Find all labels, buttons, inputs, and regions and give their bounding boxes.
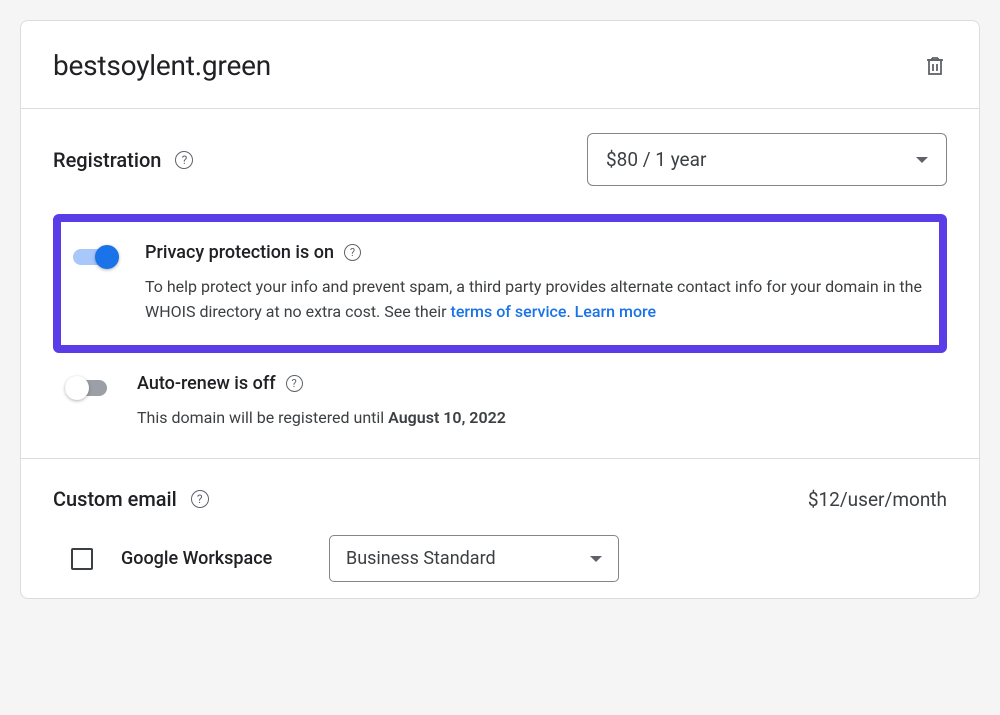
- autorenew-desc-prefix: This domain will be registered until: [137, 408, 388, 427]
- help-icon[interactable]: ?: [191, 490, 209, 508]
- registration-section: Registration ? $80 / 1 year Privacy prot…: [21, 109, 979, 459]
- custom-email-title: Custom email: [53, 487, 177, 511]
- custom-email-price: $12/user/month: [808, 488, 947, 511]
- terms-of-service-link[interactable]: terms of service: [451, 302, 567, 321]
- privacy-toggle[interactable]: [73, 244, 121, 268]
- registration-title: Registration: [53, 148, 161, 172]
- autorenew-date: August 10, 2022: [388, 408, 506, 427]
- autorenew-title: Auto-renew is off: [137, 373, 276, 394]
- privacy-highlight-box: Privacy protection is on ? To help prote…: [53, 214, 947, 353]
- chevron-down-icon: [916, 157, 928, 163]
- custom-email-header: Custom email ? $12/user/month: [53, 487, 947, 511]
- privacy-description: To help protect your info and prevent sp…: [145, 275, 927, 325]
- chevron-down-icon: [590, 556, 602, 562]
- workspace-row: Google Workspace Business Standard: [53, 535, 947, 582]
- delete-icon[interactable]: [923, 54, 947, 78]
- workspace-label: Google Workspace: [121, 548, 301, 569]
- registration-term-dropdown[interactable]: $80 / 1 year: [587, 133, 947, 186]
- learn-more-link[interactable]: Learn more: [575, 302, 656, 321]
- registration-title-wrap: Registration ?: [53, 148, 193, 172]
- registration-header: Registration ? $80 / 1 year: [53, 133, 947, 186]
- autorenew-content: Auto-renew is off ? This domain will be …: [137, 373, 935, 431]
- registration-price: $80 / 1 year: [606, 148, 706, 171]
- help-icon[interactable]: ?: [286, 375, 303, 392]
- custom-email-title-wrap: Custom email ?: [53, 487, 209, 511]
- autorenew-row: Auto-renew is off ? This domain will be …: [53, 373, 947, 431]
- help-icon[interactable]: ?: [344, 244, 361, 261]
- autorenew-description: This domain will be registered until Aug…: [137, 406, 935, 431]
- header-row: bestsoylent.green: [21, 21, 979, 109]
- workspace-plan: Business Standard: [346, 548, 496, 569]
- custom-email-section: Custom email ? $12/user/month Google Wor…: [21, 459, 979, 598]
- privacy-content: Privacy protection is on ? To help prote…: [145, 242, 927, 325]
- privacy-title: Privacy protection is on: [145, 242, 334, 263]
- privacy-row: Privacy protection is on ? To help prote…: [73, 242, 927, 325]
- autorenew-title-row: Auto-renew is off ?: [137, 373, 935, 394]
- domain-settings-card: bestsoylent.green Registration ? $80 / 1…: [20, 20, 980, 599]
- workspace-checkbox[interactable]: [71, 548, 93, 570]
- help-icon[interactable]: ?: [175, 151, 193, 169]
- privacy-separator: .: [566, 302, 574, 321]
- autorenew-toggle[interactable]: [65, 375, 113, 399]
- domain-name: bestsoylent.green: [53, 49, 271, 82]
- workspace-plan-dropdown[interactable]: Business Standard: [329, 535, 619, 582]
- privacy-title-row: Privacy protection is on ?: [145, 242, 927, 263]
